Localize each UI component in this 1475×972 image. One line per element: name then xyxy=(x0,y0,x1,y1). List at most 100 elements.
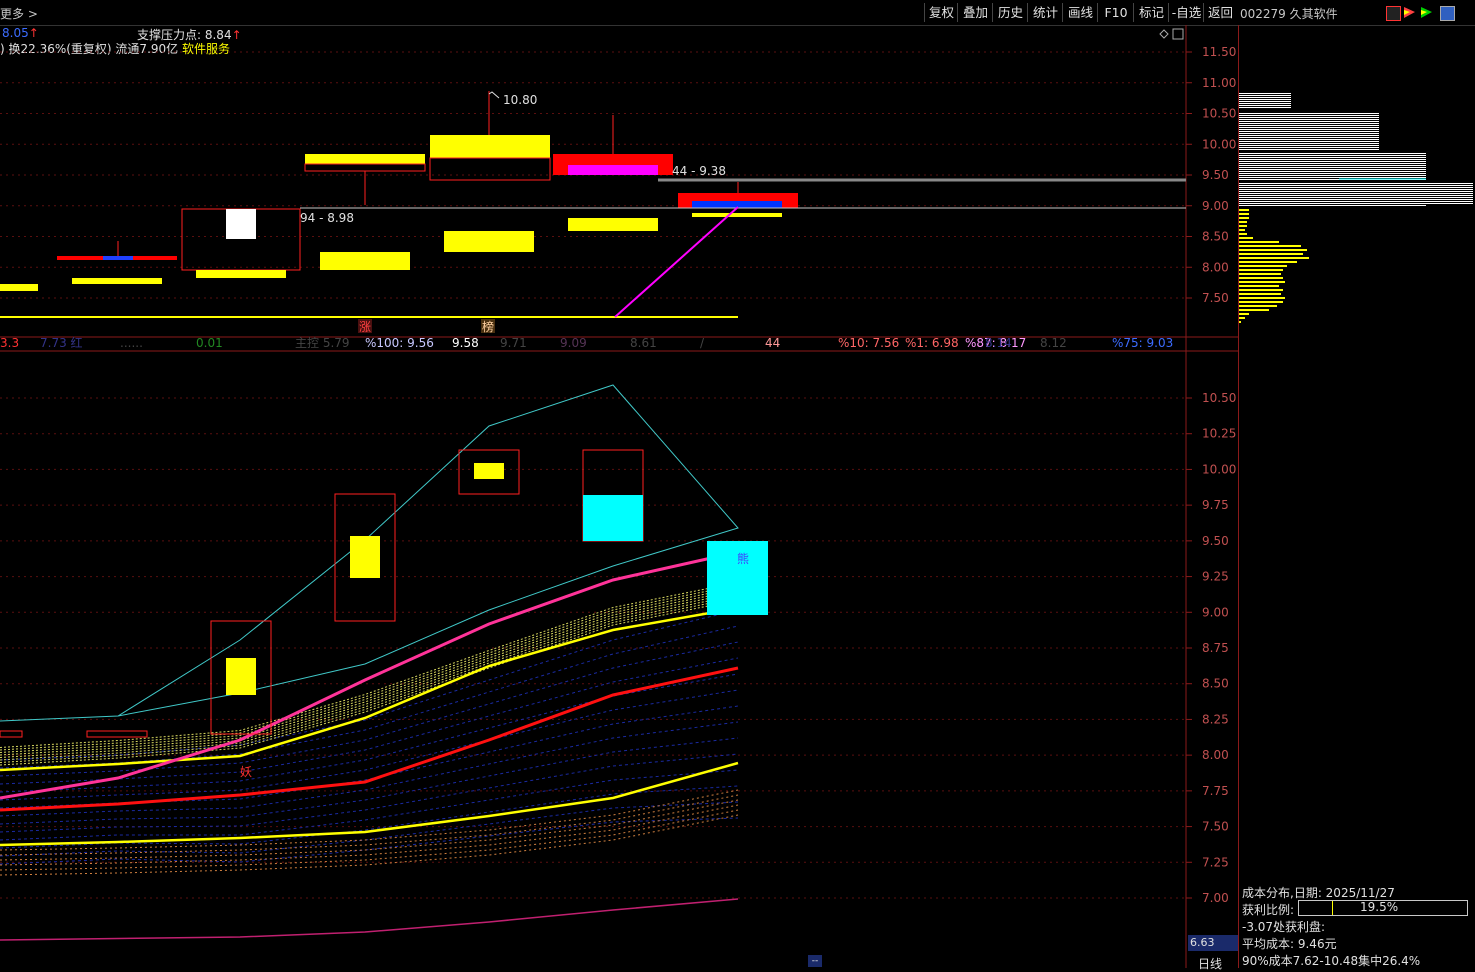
cost-bar-yellow xyxy=(1239,297,1285,299)
candle xyxy=(196,270,286,278)
cost-bar-white xyxy=(1239,189,1473,190)
candle xyxy=(444,231,534,252)
cost-bar-white xyxy=(1239,105,1291,106)
candle-body xyxy=(474,463,504,479)
toolbar-button-2[interactable]: 历史 xyxy=(992,3,1028,22)
fan-line xyxy=(0,689,739,801)
cost-bar-white xyxy=(1239,113,1379,114)
y-tick-upper: 8.50 xyxy=(1202,230,1229,244)
toolbar-button-1[interactable]: 叠加 xyxy=(957,3,993,22)
cost-bar-white xyxy=(1239,149,1379,150)
y-tick-lower: 7.25 xyxy=(1202,855,1229,869)
annotation-level: 94 - 8.98 xyxy=(300,211,354,225)
cost-bar-yellow xyxy=(1239,209,1249,211)
cost-bar-white xyxy=(1239,123,1379,124)
indicator-segment: 9.58 xyxy=(452,336,479,350)
cost-bar-white xyxy=(1239,171,1426,172)
arrow-red-icon[interactable] xyxy=(1403,6,1416,19)
label-xiong: 熊 xyxy=(737,551,749,566)
cost-bar-yellow xyxy=(1239,293,1281,295)
ma-yellow xyxy=(0,606,739,772)
profit-ratio-value: 19.5% xyxy=(1360,900,1399,914)
mark-bang: 榜 xyxy=(482,319,494,334)
indicator-faint: 8.14 xyxy=(985,336,1012,350)
chart-icon[interactable] xyxy=(1386,6,1401,21)
picture-icon[interactable] xyxy=(1440,6,1455,21)
y-tick-lower: 7.00 xyxy=(1202,891,1229,905)
cost-bar-white xyxy=(1239,101,1291,102)
cost-bar-white xyxy=(1239,163,1426,164)
cost-bar-white xyxy=(1239,203,1473,204)
toolbar-button-6[interactable]: 标记 xyxy=(1133,3,1169,22)
y-tick-lower: 9.00 xyxy=(1202,605,1229,619)
y-tick-lower: 8.25 xyxy=(1202,712,1229,726)
toolbar-button-3[interactable]: 统计 xyxy=(1027,3,1063,22)
cost-bar-white xyxy=(1239,173,1426,174)
cost-bar-white xyxy=(1239,155,1426,156)
indicator-faint: 8.12 xyxy=(1040,336,1067,350)
cost-bar-yellow xyxy=(1239,229,1245,231)
toolbar-button-8[interactable]: 返回 xyxy=(1203,3,1237,22)
candle-body xyxy=(350,536,380,578)
candle xyxy=(692,213,782,217)
concentration: 90%成本7.62-10.48集中26.4% xyxy=(1242,954,1421,968)
y-tick-upper: 11.00 xyxy=(1202,76,1236,90)
cost-bar-white xyxy=(1239,139,1379,140)
period-button[interactable]: 日线 xyxy=(1198,955,1222,972)
toolbar-button-5[interactable]: F10 xyxy=(1097,3,1134,22)
cost-bar-yellow xyxy=(1239,261,1297,263)
indicator-segment: 3.3 xyxy=(0,336,19,350)
cost-bar-white xyxy=(1239,187,1473,188)
cost-bar-yellow xyxy=(1239,313,1249,315)
cost-bar-white xyxy=(1239,153,1426,154)
fan-line xyxy=(0,625,739,769)
profit-label: 获利比例: xyxy=(1242,903,1295,917)
profit-at: -3.07处获利盘: xyxy=(1242,920,1326,934)
more-button[interactable]: 更多 > xyxy=(0,5,38,22)
cost-histogram xyxy=(1239,93,1473,323)
cost-bar-yellow xyxy=(1239,317,1245,319)
cost-bar-yellow xyxy=(1239,257,1309,259)
cost-bar-white xyxy=(1239,201,1473,202)
y-tick-upper: 8.00 xyxy=(1202,260,1229,274)
cost-bar-white xyxy=(1239,95,1291,96)
indicator-faint: 主控 5.79 xyxy=(295,336,350,350)
price-chart[interactable]: 11.50 11.00 10.50 10.00 9.50 9.00 8.50 8.00 7.50… xyxy=(0,25,1238,968)
cost-bar-white xyxy=(1239,145,1379,146)
candle xyxy=(103,256,133,260)
indicator-faint: 7.73 红 xyxy=(40,335,83,350)
fan-line xyxy=(0,721,739,817)
y-tick-lower: 8.50 xyxy=(1202,677,1229,691)
arrow-green-icon[interactable] xyxy=(1420,6,1433,19)
cost-bar-yellow xyxy=(1239,213,1249,215)
indicator-faint: 9.09 xyxy=(560,336,587,350)
y-tick-lower: 9.75 xyxy=(1202,498,1229,512)
y-tick-upper: 9.00 xyxy=(1202,199,1229,213)
cost-bar-white xyxy=(1239,137,1379,138)
scroll-marker[interactable]: -- xyxy=(808,955,822,967)
cost-bar-white xyxy=(1239,103,1291,104)
cost-bar-white xyxy=(1239,107,1291,108)
cost-bar-white xyxy=(1239,195,1473,196)
cost-bar-white xyxy=(1239,129,1379,130)
indicator-segment: %1: 6.98 xyxy=(905,336,959,350)
orange-line xyxy=(0,814,739,876)
cost-bar-yellow xyxy=(1239,245,1301,247)
cost-bar-yellow xyxy=(1239,285,1279,287)
y-tick-lower: 10.00 xyxy=(1202,462,1236,476)
y-tick-lower: 8.75 xyxy=(1202,641,1229,655)
cost-bar-white xyxy=(1239,141,1379,142)
cost-bar-yellow xyxy=(1239,217,1249,219)
candle xyxy=(304,163,426,172)
cost-bar-yellow xyxy=(1239,249,1307,251)
toolbar-button-4[interactable]: 画线 xyxy=(1062,3,1098,22)
candle xyxy=(72,278,162,284)
toolbar-button-7[interactable]: -自选 xyxy=(1168,3,1204,22)
indicator-faint: 0.01 xyxy=(196,336,223,350)
toolbar-button-0[interactable]: 复权 xyxy=(924,3,958,22)
annotation-arrow xyxy=(488,91,500,99)
candle xyxy=(429,157,551,181)
cost-bar-yellow xyxy=(1239,273,1281,275)
cost-bar-white xyxy=(1239,143,1379,144)
candle-body xyxy=(583,495,643,541)
